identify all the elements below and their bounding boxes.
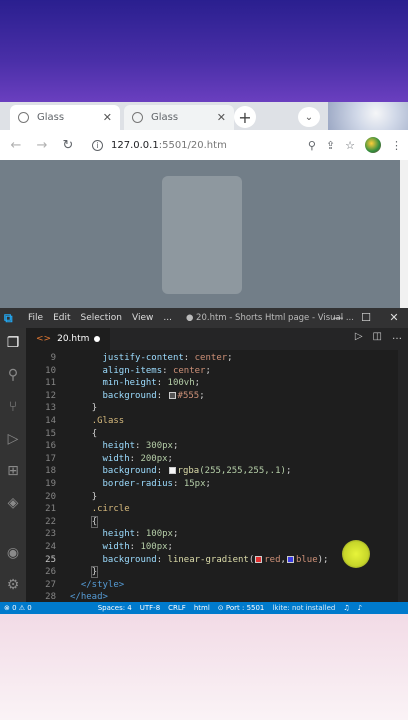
menu-edit[interactable]: Edit [53, 313, 70, 323]
globe-icon [18, 112, 29, 123]
code-line: 10 align-items: center; [45, 365, 211, 376]
code-line: 17 width: 200px; [45, 453, 173, 464]
url-field[interactable]: 127.0.0.1:5501/20.htm [111, 140, 227, 151]
tab-search-button[interactable]: ⌄ [298, 107, 320, 127]
browser-tabstrip: Glass ✕ Glass ✕ + ⌄ [0, 102, 408, 130]
code-line: 27 </style> [45, 579, 125, 590]
url-rest: :5501/20.htm [158, 139, 227, 151]
code-line: 24 width: 100px; [45, 542, 173, 552]
code-line: 19 border-radius: 15px; [45, 479, 211, 489]
language-status[interactable]: html [194, 604, 210, 612]
code-line: 12 background: #555; [45, 390, 205, 401]
code-line: 18 background: rgba(255,255,255,.1); [45, 466, 292, 477]
top-background-band [0, 0, 408, 102]
page-viewport [0, 160, 400, 308]
explorer-icon[interactable]: ❐ [4, 334, 22, 352]
cursor-highlight [342, 540, 370, 568]
bookmark-star-icon[interactable]: ☆ [345, 139, 355, 152]
code-line: 11 min-height: 100vh; [45, 378, 201, 389]
live-server-port[interactable]: ⊙ Port : 5501 [218, 604, 265, 612]
glass-card [162, 176, 242, 294]
search-icon[interactable]: ⚲ [4, 366, 22, 384]
code-line: 16 height: 300px; [45, 441, 179, 452]
code-line: 26 } [45, 566, 99, 579]
menu-view[interactable]: View [132, 313, 153, 323]
code-line: 20 } [45, 491, 98, 502]
kebab-menu-icon[interactable]: ⋮ [391, 139, 402, 152]
unsaved-dot-icon[interactable] [94, 336, 100, 342]
close-icon[interactable]: ✕ [217, 111, 226, 124]
forward-icon[interactable]: → [32, 138, 52, 153]
maximize-icon[interactable]: ☐ [352, 308, 380, 328]
new-tab-button[interactable]: + [234, 106, 256, 128]
share-icon[interactable]: ⇪ [326, 139, 335, 152]
encoding-status[interactable]: UTF-8 [140, 604, 160, 612]
account-icon[interactable]: ◉ [4, 544, 22, 562]
address-bar: ← → ↻ i 127.0.0.1:5501/20.htm ⚲ ⇪ ☆ ⋮ [0, 130, 408, 160]
code-line: 9 justify-content: center; [50, 353, 233, 363]
minimize-icon[interactable]: — [324, 308, 352, 328]
problems-status[interactable]: ⊗ 0 ⚠ 0 [4, 604, 32, 612]
code-editor[interactable]: 9 justify-content: center; 10 align-item… [26, 350, 408, 602]
color-swatch-red[interactable] [255, 555, 263, 563]
source-control-icon[interactable]: ⑂ [4, 398, 22, 416]
address-bar-actions: ⚲ ⇪ ☆ ⋮ [308, 137, 408, 153]
lint-status[interactable]: lkite: not installed [272, 604, 335, 612]
split-editor-icon[interactable]: ◫ [373, 331, 382, 342]
vscode-window: ⧉ File Edit Selection View ... ● 20.htm … [0, 308, 408, 614]
profile-avatar[interactable] [365, 137, 381, 153]
browser-tab-1[interactable]: Glass ✕ [10, 105, 120, 130]
zoom-icon[interactable]: ⚲ [308, 139, 316, 152]
menu-more[interactable]: ... [163, 313, 172, 323]
code-line: 23 height: 100px; [45, 529, 179, 540]
code-line: 15 { [45, 428, 98, 439]
browser-tab-label: Glass [151, 112, 179, 123]
notifications-bell-icon[interactable]: ♪ [358, 604, 362, 612]
code-line-current: 25 background: linear-gradient(red, blue)… [45, 554, 329, 565]
site-info-icon[interactable]: i [92, 139, 103, 151]
code-line: 13 } [45, 403, 98, 414]
editor-actions: ▷ ◫ … [355, 331, 402, 342]
editor-tab-label: 20.htm [57, 334, 90, 344]
python-icon[interactable]: ◈ [4, 494, 22, 512]
run-debug-icon[interactable]: ▷ [4, 430, 22, 448]
activity-bar: ❐ ⚲ ⑂ ▷ ⊞ ◈ ◉ ⚙ [0, 328, 26, 602]
back-icon[interactable]: ← [6, 138, 26, 153]
feedback-icon[interactable]: ♫ [343, 604, 349, 612]
code-line: 14 .Glass [45, 416, 125, 426]
run-icon[interactable]: ▷ [355, 331, 363, 342]
extensions-icon[interactable]: ⊞ [4, 462, 22, 480]
color-swatch[interactable] [168, 467, 176, 475]
bottom-background-band [0, 614, 408, 720]
browser-window: Glass ✕ Glass ✕ + ⌄ ← → ↻ i 127.0.0.1:55… [0, 102, 408, 308]
color-swatch[interactable] [168, 391, 176, 399]
close-window-icon[interactable]: ✕ [380, 308, 408, 328]
reload-icon[interactable]: ↻ [58, 138, 78, 153]
menu-selection[interactable]: Selection [81, 313, 122, 323]
browser-tab-2[interactable]: Glass ✕ [124, 105, 234, 130]
vscode-logo-icon: ⧉ [4, 311, 13, 325]
vscode-titlebar: ⧉ File Edit Selection View ... ● 20.htm … [0, 308, 408, 328]
editor-tabbar: <> 20.htm ▷ ◫ … [26, 328, 408, 350]
window-decoration [328, 102, 408, 130]
code-line: 22 { [45, 515, 99, 528]
menu-file[interactable]: File [28, 313, 43, 323]
browser-scrollbar[interactable] [400, 160, 408, 308]
editor-tab-20htm[interactable]: <> 20.htm [26, 328, 110, 350]
color-swatch-blue[interactable] [286, 555, 294, 563]
indent-status[interactable]: Spaces: 4 [98, 604, 132, 612]
more-actions-icon[interactable]: … [392, 331, 402, 342]
status-bar: ⊗ 0 ⚠ 0 Spaces: 4 UTF-8 CRLF html ⊙ Port… [0, 602, 408, 614]
url-host: 127.0.0.1 [111, 139, 159, 151]
settings-gear-icon[interactable]: ⚙ [4, 576, 22, 594]
globe-icon [132, 112, 143, 123]
eol-status[interactable]: CRLF [168, 604, 186, 612]
browser-tab-label: Glass [37, 112, 65, 123]
close-icon[interactable]: ✕ [103, 111, 112, 124]
code-line: 21 .circle [45, 504, 130, 515]
editor-scrollbar[interactable] [398, 350, 408, 602]
html-file-icon: <> [36, 334, 52, 344]
